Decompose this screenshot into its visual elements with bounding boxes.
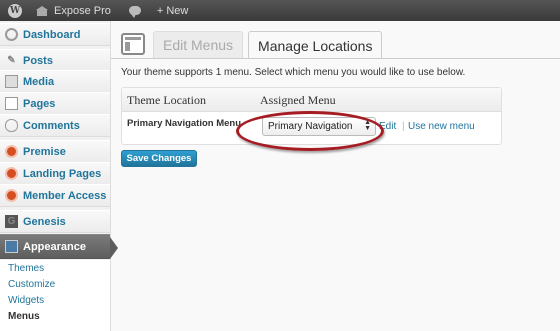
- sidebar-item-appearance[interactable]: Appearance: [0, 234, 118, 259]
- sidebar-item-label: Member Access: [23, 189, 107, 202]
- sidebar-item-label: Dashboard: [23, 28, 81, 41]
- admin-bar: W Expose Pro + New: [0, 0, 560, 21]
- menu-locations-table: Theme Location Assigned Menu Primary Nav…: [121, 87, 502, 145]
- locations-intro-text: Your theme supports 1 menu. Select which…: [121, 67, 466, 78]
- sidebar-item-label: Media: [23, 75, 55, 88]
- sidebar-item-label: Comments: [23, 119, 80, 132]
- posts-icon: ✎: [7, 55, 16, 66]
- table-row: Primary Navigation Menu Primary Navigati…: [122, 112, 501, 145]
- sidebar-item-genesis[interactable]: G Genesis: [0, 210, 110, 233]
- comments-icon: [5, 119, 18, 132]
- edit-menu-link[interactable]: Edit: [379, 121, 396, 132]
- sidebar-item-label: Genesis: [23, 215, 66, 228]
- select-arrows-icon: ▲ ▼: [364, 119, 371, 132]
- save-changes-button[interactable]: Save Changes: [121, 150, 197, 167]
- sidebar-item-label: Pages: [23, 97, 56, 110]
- nav-tabs: Edit Menus Manage Locations: [153, 31, 387, 59]
- site-home-icon: [36, 5, 48, 16]
- member-access-icon: [5, 189, 18, 202]
- sidebar-item-comments[interactable]: Comments: [0, 114, 110, 137]
- comments-icon: [128, 6, 141, 18]
- site-name-label: Expose Pro: [54, 4, 111, 17]
- sidebar-item-landing-pages[interactable]: Landing Pages: [0, 162, 110, 185]
- location-name: Primary Navigation Menu: [127, 118, 242, 129]
- submenu-item-menus[interactable]: Menus: [0, 308, 110, 324]
- tab-divider: [111, 58, 560, 59]
- wordpress-menu[interactable]: W: [0, 0, 30, 21]
- use-new-menu-link[interactable]: Use new menu: [408, 121, 475, 132]
- site-name-link[interactable]: Expose Pro: [30, 0, 121, 21]
- submenu-item-customize[interactable]: Customize: [0, 276, 110, 292]
- tab-edit-menus[interactable]: Edit Menus: [153, 31, 244, 58]
- column-header-assigned: Assigned Menu: [260, 93, 336, 107]
- dashboard-icon: [5, 28, 18, 41]
- pages-icon: [5, 97, 18, 110]
- main-content: Edit Menus Manage Locations Your theme s…: [111, 21, 560, 331]
- comments-link[interactable]: [121, 0, 149, 21]
- appearance-icon: [5, 240, 18, 253]
- sidebar-item-label: Appearance: [23, 240, 86, 253]
- tab-manage-locations[interactable]: Manage Locations: [248, 31, 383, 59]
- genesis-icon: G: [5, 215, 18, 228]
- submenu-item-themes[interactable]: Themes: [0, 260, 110, 276]
- sidebar-item-label: Posts: [23, 54, 53, 67]
- sidebar-item-label: Landing Pages: [23, 167, 102, 180]
- sidebar-item-posts[interactable]: ✎ Posts: [0, 49, 110, 72]
- admin-sidebar: Dashboard ✎ Posts Media Pages Comments P…: [0, 21, 118, 331]
- sidebar-item-member-access[interactable]: Member Access: [0, 184, 110, 207]
- new-content-button[interactable]: + New: [149, 0, 197, 21]
- submenu-item-widgets[interactable]: Widgets: [0, 292, 110, 308]
- assigned-menu-select[interactable]: Primary Navigation ▲ ▼: [262, 117, 376, 136]
- menus-screen-icon: [121, 33, 145, 55]
- link-separator: |: [402, 121, 405, 132]
- wordpress-icon: W: [8, 3, 22, 18]
- column-header-location: Theme Location: [127, 93, 206, 107]
- sidebar-item-pages[interactable]: Pages: [0, 92, 110, 115]
- sidebar-item-label: Premise: [23, 145, 66, 158]
- media-icon: [5, 75, 18, 88]
- sidebar-item-media[interactable]: Media: [0, 70, 110, 93]
- appearance-submenu: Themes Customize Widgets Menus: [0, 260, 110, 331]
- assigned-menu-value: Primary Navigation: [268, 121, 353, 132]
- new-label: + New: [156, 4, 189, 17]
- landing-pages-icon: [5, 167, 18, 180]
- premise-icon: [5, 145, 18, 158]
- sidebar-item-premise[interactable]: Premise: [0, 140, 110, 163]
- table-header: Theme Location Assigned Menu: [122, 88, 501, 112]
- sidebar-item-dashboard[interactable]: Dashboard: [0, 23, 110, 46]
